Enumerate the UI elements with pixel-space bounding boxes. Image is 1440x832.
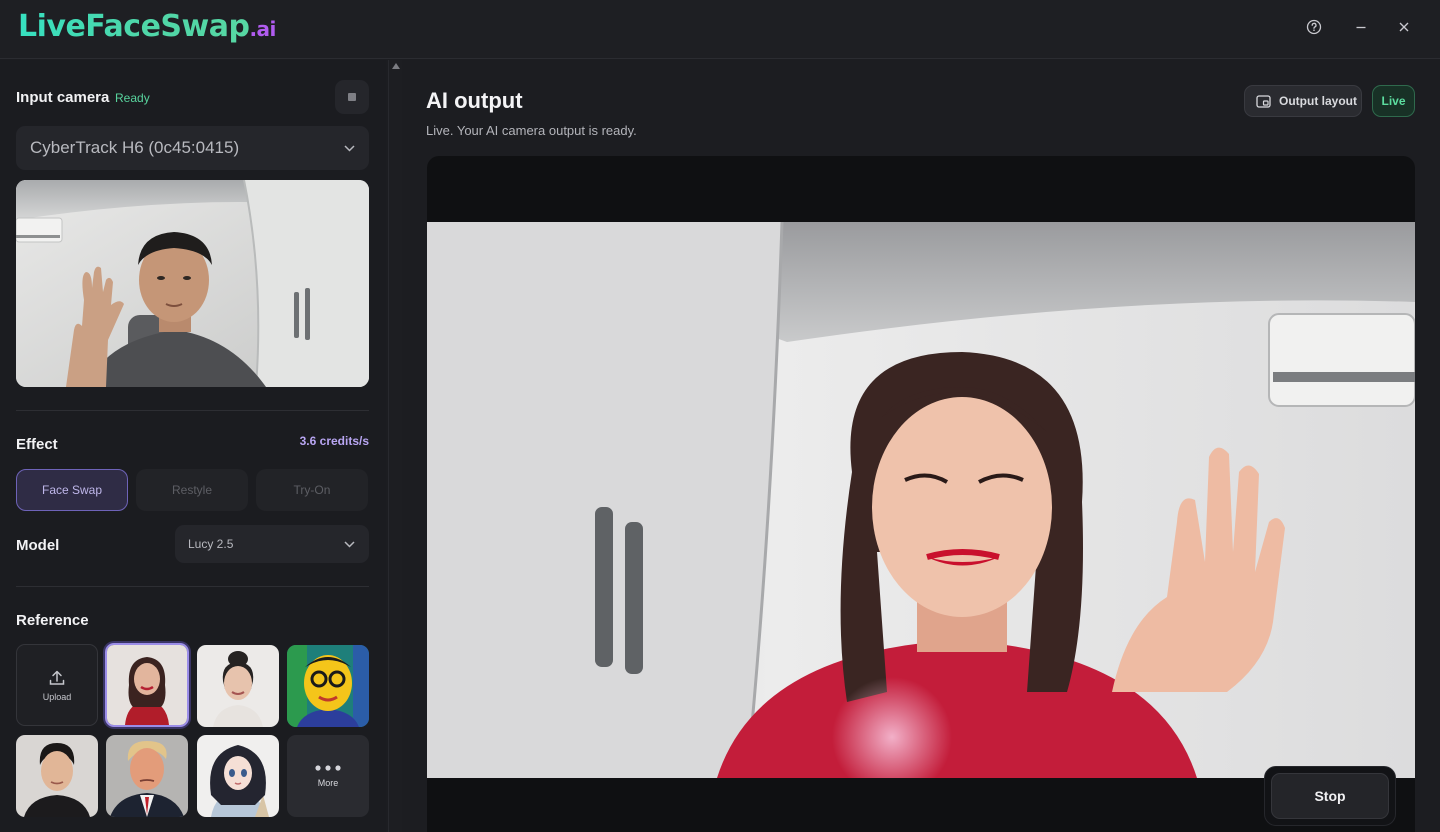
close-icon[interactable] <box>1391 14 1417 40</box>
reference-thumbnail <box>197 735 279 817</box>
model-select-value: Lucy 2.5 <box>188 537 234 551</box>
more-references-button[interactable]: More <box>287 735 369 817</box>
minimize-icon[interactable] <box>1348 14 1374 40</box>
app-logo: LiveFaceSwap.ai <box>18 9 276 44</box>
reference-item-man-dark[interactable] <box>16 735 98 817</box>
ai-output-video <box>427 222 1415 778</box>
effect-title: Effect <box>16 436 58 453</box>
input-camera-title: Input camera <box>16 89 110 106</box>
stop-output-button[interactable]: Stop <box>1271 773 1389 819</box>
upload-label: Upload <box>42 691 72 702</box>
reference-thumbnail <box>197 645 279 727</box>
output-subtitle: Live. Your AI camera output is ready. <box>426 123 637 138</box>
reference-item-anime-girl[interactable] <box>197 735 279 817</box>
camera-status-badge: Ready <box>115 91 150 105</box>
camera-select-value: CyberTrack H6 (0c45:0415) <box>30 138 240 157</box>
model-title: Model <box>16 537 60 554</box>
help-icon[interactable] <box>1301 14 1327 40</box>
more-label: More <box>317 778 339 788</box>
camera-select[interactable]: CyberTrack H6 (0c45:0415) <box>16 126 369 170</box>
reference-item-man-suit[interactable] <box>106 735 188 817</box>
scroll-up-icon[interactable] <box>392 63 400 69</box>
effect-face-swap-button[interactable]: Face Swap <box>16 469 128 511</box>
camera-preview <box>16 180 369 387</box>
reference-thumbnail <box>106 735 188 817</box>
stop-icon <box>348 93 356 101</box>
reference-title: Reference <box>16 612 89 629</box>
stop-button-container: Stop <box>1264 766 1396 826</box>
title-bar: LiveFaceSwap.ai <box>0 0 1440 59</box>
more-icon <box>315 765 341 771</box>
credits-rate: 3.6 credits/s <box>299 434 369 448</box>
live-status-badge: Live <box>1372 85 1415 117</box>
camera-feed-image <box>16 180 369 387</box>
layout-icon <box>1256 94 1271 108</box>
stop-camera-button[interactable] <box>335 80 369 114</box>
ai-output-viewer <box>427 156 1415 832</box>
chevron-down-icon <box>344 145 355 152</box>
effect-try-on-button[interactable]: Try-On <box>256 469 368 511</box>
upload-reference-button[interactable]: Upload <box>16 644 98 726</box>
reference-thumbnail <box>287 645 369 727</box>
reference-thumbnail <box>107 645 187 725</box>
chevron-down-icon <box>344 541 355 548</box>
reference-item-woman-bun[interactable] <box>197 645 279 727</box>
upload-icon <box>49 670 65 685</box>
reference-item-woman-red[interactable] <box>105 643 189 727</box>
reference-thumbnail <box>16 735 98 817</box>
section-divider <box>16 410 369 411</box>
output-layout-button[interactable]: Output layout <box>1244 85 1362 117</box>
output-layout-label: Output layout <box>1279 94 1357 108</box>
section-divider <box>16 586 369 587</box>
effect-restyle-button[interactable]: Restyle <box>136 469 248 511</box>
model-select[interactable]: Lucy 2.5 <box>175 525 369 563</box>
panel-scrollbar[interactable] <box>388 60 402 832</box>
output-title: AI output <box>426 88 523 113</box>
reference-item-cartoon-face[interactable] <box>287 645 369 727</box>
